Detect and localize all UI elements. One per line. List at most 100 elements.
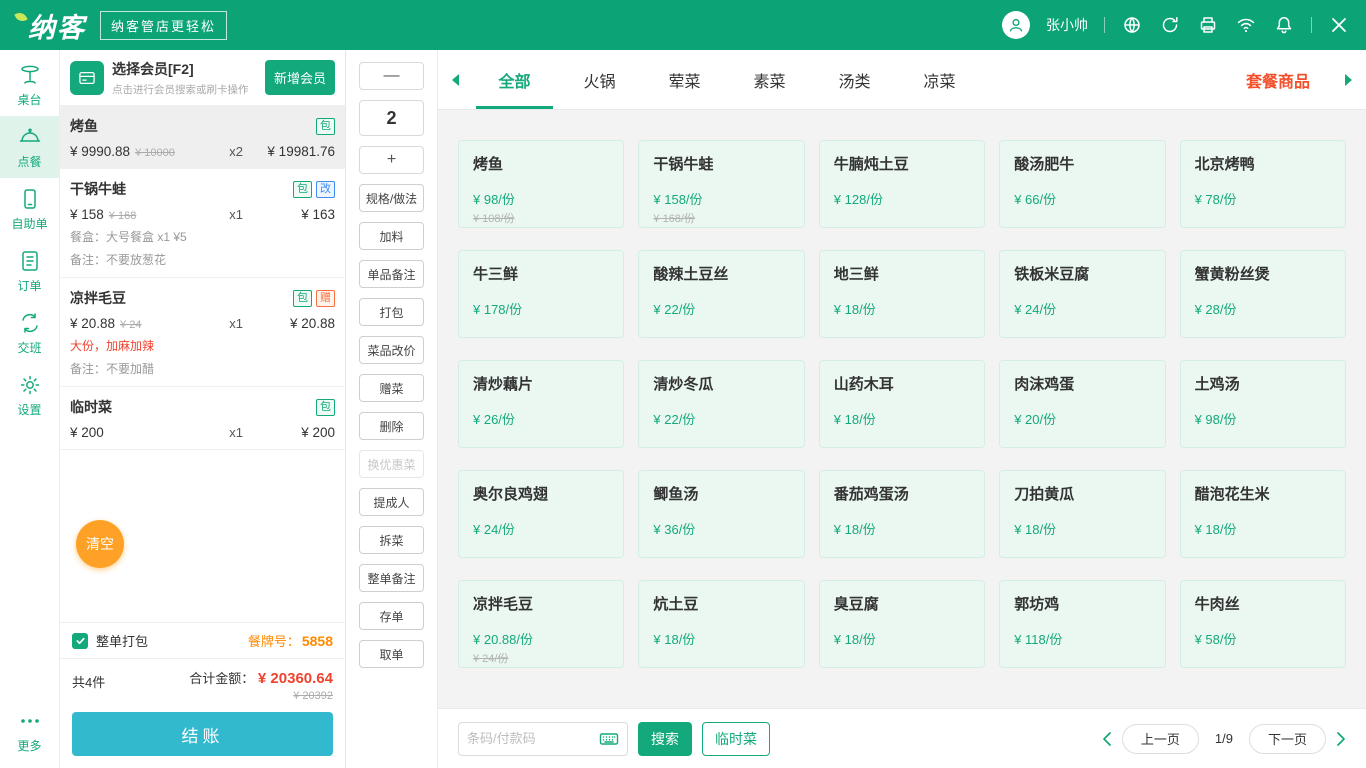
tab-meat[interactable]: 荤菜 xyxy=(642,50,727,109)
prev-page-icon[interactable] xyxy=(1102,731,1112,747)
order-item[interactable]: 干锅牛蛙 包 改 ¥ 158 ¥ 168 x1 ¥ 163 餐盒：大号餐盒 x1… xyxy=(60,169,345,278)
check-icon xyxy=(75,635,86,646)
action-addon-button[interactable]: 加料 xyxy=(359,222,424,250)
action-split-button[interactable]: 拆菜 xyxy=(359,526,424,554)
total-label: 合计金额： xyxy=(189,671,254,686)
sidebar-item-more[interactable]: 更多 xyxy=(0,700,59,762)
menu-item-card[interactable]: 土鸡汤¥ 98/份 xyxy=(1180,360,1346,448)
menu-item-card[interactable]: 牛腩炖土豆¥ 128/份 xyxy=(819,140,985,228)
temp-dish-button[interactable]: 临时菜 xyxy=(702,722,770,756)
menu-item-card[interactable]: 酸辣土豆丝¥ 22/份 xyxy=(638,250,804,338)
username: 张小帅 xyxy=(1046,15,1088,35)
qty-plus-button[interactable]: + xyxy=(359,146,424,174)
action-gift-button[interactable]: 赠菜 xyxy=(359,374,424,402)
tab-vegetable[interactable]: 素菜 xyxy=(727,50,812,109)
sidebar: 桌台 点餐 自助单 订单 交班 设置 xyxy=(0,50,60,768)
sync-icon[interactable] xyxy=(1159,14,1181,36)
card-no-label: 餐牌号： xyxy=(248,631,300,650)
dish-orig-price: ¥ 24 xyxy=(120,319,141,331)
action-delete-button[interactable]: 删除 xyxy=(359,412,424,440)
pack-tag: 包 xyxy=(293,290,312,307)
menu-item-card[interactable]: 清炒藕片¥ 26/份 xyxy=(458,360,624,448)
menu-item-card[interactable]: 番茄鸡蛋汤¥ 18/份 xyxy=(819,470,985,558)
member-search-area[interactable]: 选择会员[F2] 点击进行会员搜索或刷卡操作 新增会员 xyxy=(60,50,345,106)
sidebar-item-ordering[interactable]: 点餐 xyxy=(0,116,59,178)
pack-tag: 包 xyxy=(293,181,312,198)
tab-combo-products[interactable]: 套餐商品 xyxy=(1224,50,1332,109)
menu-item-card[interactable]: 牛肉丝¥ 58/份 xyxy=(1180,580,1346,668)
menu-item-card[interactable]: 臭豆腐¥ 18/份 xyxy=(819,580,985,668)
bell-icon[interactable] xyxy=(1273,14,1295,36)
tab-cold-dish[interactable]: 凉菜 xyxy=(897,50,982,109)
category-next-button[interactable] xyxy=(1332,50,1366,109)
menu-item-card[interactable]: 北京烤鸭¥ 78/份 xyxy=(1180,140,1346,228)
sidebar-item-settings[interactable]: 设置 xyxy=(0,364,59,426)
dish-price: ¥ 200 xyxy=(70,425,104,440)
menu-item-card[interactable]: 牛三鲜¥ 178/份 xyxy=(458,250,624,338)
main-body: 桌台 点餐 自助单 订单 交班 设置 xyxy=(0,50,1366,768)
menu-item-card[interactable]: 干锅牛蛙¥ 158/份¥ 168/份 xyxy=(638,140,804,228)
pack-checkbox[interactable] xyxy=(72,633,88,649)
menu-item-card[interactable]: 奥尔良鸡翅¥ 24/份 xyxy=(458,470,624,558)
action-pack-button[interactable]: 打包 xyxy=(359,298,424,326)
self-order-icon xyxy=(18,187,42,211)
order-item[interactable]: 凉拌毛豆 包 赠 ¥ 20.88 ¥ 24 x1 ¥ 20.88 大份，加麻加辣… xyxy=(60,278,345,387)
menu-item-card[interactable]: 蟹黄粉丝煲¥ 28/份 xyxy=(1180,250,1346,338)
menu-item-card[interactable]: 地三鲜¥ 18/份 xyxy=(819,250,985,338)
sidebar-item-self-service[interactable]: 自助单 xyxy=(0,178,59,240)
menu-item-card[interactable]: 肉沫鸡蛋¥ 20/份 xyxy=(999,360,1165,448)
prev-page-button[interactable]: 上一页 xyxy=(1122,724,1199,754)
search-button[interactable]: 搜索 xyxy=(638,722,692,756)
topbar-right: 张小帅 xyxy=(1002,11,1350,39)
globe-icon[interactable] xyxy=(1121,14,1143,36)
menu-item-card[interactable]: 鲫鱼汤¥ 36/份 xyxy=(638,470,804,558)
menu-item-card[interactable]: 酸汤肥牛¥ 66/份 xyxy=(999,140,1165,228)
menu-item-card[interactable]: 刀拍黄瓜¥ 18/份 xyxy=(999,470,1165,558)
action-reprice-button[interactable]: 菜品改价 xyxy=(359,336,424,364)
action-retrieve-order-button[interactable]: 取单 xyxy=(359,640,424,668)
barcode-input[interactable] xyxy=(467,731,599,746)
menu-item-card[interactable]: 山药木耳¥ 18/份 xyxy=(819,360,985,448)
shift-icon xyxy=(18,311,42,335)
card-no: 5858 xyxy=(302,633,333,649)
action-hold-order-button[interactable]: 存单 xyxy=(359,602,424,630)
menu-item-card[interactable]: 清炒冬瓜¥ 22/份 xyxy=(638,360,804,448)
tab-all[interactable]: 全部 xyxy=(472,50,557,109)
sidebar-item-tables[interactable]: 桌台 xyxy=(0,54,59,116)
category-prev-button[interactable] xyxy=(438,50,472,109)
avatar[interactable] xyxy=(1002,11,1030,39)
next-page-button[interactable]: 下一页 xyxy=(1249,724,1326,754)
menu-item-card[interactable]: 郭坊鸡¥ 118/份 xyxy=(999,580,1165,668)
menu-item-card[interactable]: 炕土豆¥ 18/份 xyxy=(638,580,804,668)
action-spec-button[interactable]: 规格/做法 xyxy=(359,184,424,212)
keyboard-icon[interactable] xyxy=(599,729,619,749)
menu-item-card[interactable]: 凉拌毛豆¥ 20.88/份¥ 24/份 xyxy=(458,580,624,668)
next-page-icon[interactable] xyxy=(1336,731,1346,747)
pack-row: 整单打包 餐牌号： 5858 xyxy=(60,622,345,658)
printer-icon[interactable] xyxy=(1197,14,1219,36)
menu-item-card[interactable]: 烤鱼¥ 98/份¥ 108/份 xyxy=(458,140,624,228)
sidebar-label: 订单 xyxy=(17,277,41,294)
dish-extra: 餐盒：大号餐盒 x1 ¥5 xyxy=(70,228,335,245)
qty-minus-button[interactable]: — xyxy=(359,62,424,90)
sidebar-label: 自助单 xyxy=(11,215,47,232)
clear-order-button[interactable]: 清空 xyxy=(76,520,124,568)
order-dish-icon xyxy=(18,125,42,149)
action-item-note-button[interactable]: 单品备注 xyxy=(359,260,424,288)
action-commission-button[interactable]: 提成人 xyxy=(359,488,424,516)
menu-item-card[interactable]: 醋泡花生米¥ 18/份 xyxy=(1180,470,1346,558)
sidebar-item-shift[interactable]: 交班 xyxy=(0,302,59,364)
close-icon[interactable] xyxy=(1328,14,1350,36)
wifi-icon[interactable] xyxy=(1235,14,1257,36)
dish-price: ¥ 158 xyxy=(70,207,104,222)
sidebar-item-orders[interactable]: 订单 xyxy=(0,240,59,302)
add-member-button[interactable]: 新增会员 xyxy=(265,60,335,95)
item-actions-column: — 2 + 规格/做法 加料 单品备注 打包 菜品改价 赠菜 删除 换优惠菜 提… xyxy=(346,50,438,768)
tab-soup[interactable]: 汤类 xyxy=(812,50,897,109)
order-item[interactable]: 烤鱼 包 ¥ 9990.88 ¥ 10000 x2 ¥ 19981.76 xyxy=(60,106,345,169)
action-order-note-button[interactable]: 整单备注 xyxy=(359,564,424,592)
order-item[interactable]: 临时菜 包 ¥ 200 x1 ¥ 200 xyxy=(60,387,345,450)
tab-hotpot[interactable]: 火锅 xyxy=(557,50,642,109)
checkout-button[interactable]: 结账 xyxy=(72,712,333,756)
menu-item-card[interactable]: 铁板米豆腐¥ 24/份 xyxy=(999,250,1165,338)
